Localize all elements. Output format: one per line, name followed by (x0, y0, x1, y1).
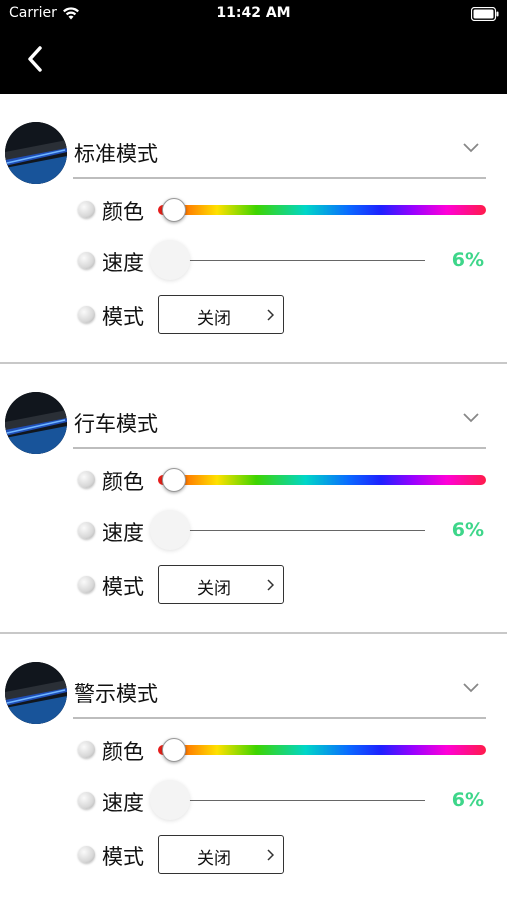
color-radio[interactable] (78, 741, 95, 758)
navigation-bar: Carrier 11:42 AM (0, 0, 507, 94)
speed-value: 6% (451, 519, 484, 541)
color-label: 颜色 (102, 200, 144, 224)
speed-radio[interactable] (78, 522, 95, 539)
mode-title: 警示模式 (74, 682, 158, 706)
status-time: 11:42 AM (216, 5, 291, 21)
battery-icon (471, 7, 499, 21)
speed-radio[interactable] (78, 252, 95, 269)
mode-title: 标准模式 (74, 142, 158, 166)
mode-section-standard: 标准模式 颜色 速度 6% 模式 关闭 (0, 94, 507, 364)
speed-label: 速度 (102, 521, 144, 545)
mode-label: 模式 (102, 575, 144, 599)
color-label: 颜色 (102, 740, 144, 764)
color-slider-thumb[interactable] (162, 738, 186, 762)
mode-select-value: 关闭 (197, 849, 231, 869)
speed-slider-thumb[interactable] (150, 510, 190, 550)
mode-select-value: 关闭 (197, 309, 231, 329)
led-strip-image (5, 122, 67, 184)
color-radio[interactable] (78, 471, 95, 488)
mode-section-warning: 警示模式 颜色 速度 6% 模式 关闭 (0, 634, 507, 900)
divider (73, 177, 486, 179)
led-strip-image (5, 662, 67, 724)
mode-label: 模式 (102, 305, 144, 329)
mode-thumbnail (5, 392, 67, 454)
speed-radio[interactable] (78, 792, 95, 809)
mode-title: 行车模式 (74, 412, 158, 436)
mode-thumbnail (5, 122, 67, 184)
speed-value: 6% (451, 249, 484, 271)
led-strip-image (5, 392, 67, 454)
chevron-right-icon (267, 849, 274, 861)
chevron-left-icon (28, 46, 42, 72)
mode-select-button[interactable]: 关闭 (158, 565, 284, 604)
speed-label: 速度 (102, 791, 144, 815)
color-slider-track[interactable] (158, 745, 486, 755)
speed-slider-track[interactable] (170, 530, 425, 531)
color-slider-track[interactable] (158, 475, 486, 485)
mode-select-button[interactable]: 关闭 (158, 835, 284, 874)
speed-slider-track[interactable] (170, 800, 425, 801)
speed-label: 速度 (102, 251, 144, 275)
chevron-right-icon (267, 309, 274, 321)
speed-slider-thumb[interactable] (150, 240, 190, 280)
color-radio[interactable] (78, 201, 95, 218)
mode-select-button[interactable]: 关闭 (158, 295, 284, 334)
color-slider-track[interactable] (158, 205, 486, 215)
divider (73, 447, 486, 449)
mode-radio[interactable] (78, 576, 95, 593)
mode-select-value: 关闭 (197, 579, 231, 599)
color-slider-thumb[interactable] (162, 198, 186, 222)
chevron-down-icon[interactable] (462, 682, 480, 694)
speed-value: 6% (451, 789, 484, 811)
chevron-down-icon[interactable] (462, 412, 480, 424)
mode-thumbnail (5, 662, 67, 724)
chevron-right-icon (267, 579, 274, 591)
mode-section-driving: 行车模式 颜色 速度 6% 模式 关闭 (0, 364, 507, 634)
color-label: 颜色 (102, 470, 144, 494)
mode-radio[interactable] (78, 846, 95, 863)
mode-radio[interactable] (78, 306, 95, 323)
back-button[interactable] (18, 42, 52, 76)
mode-label: 模式 (102, 845, 144, 869)
color-slider-thumb[interactable] (162, 468, 186, 492)
speed-slider-track[interactable] (170, 260, 425, 261)
chevron-down-icon[interactable] (462, 142, 480, 154)
speed-slider-thumb[interactable] (150, 780, 190, 820)
divider (73, 717, 486, 719)
